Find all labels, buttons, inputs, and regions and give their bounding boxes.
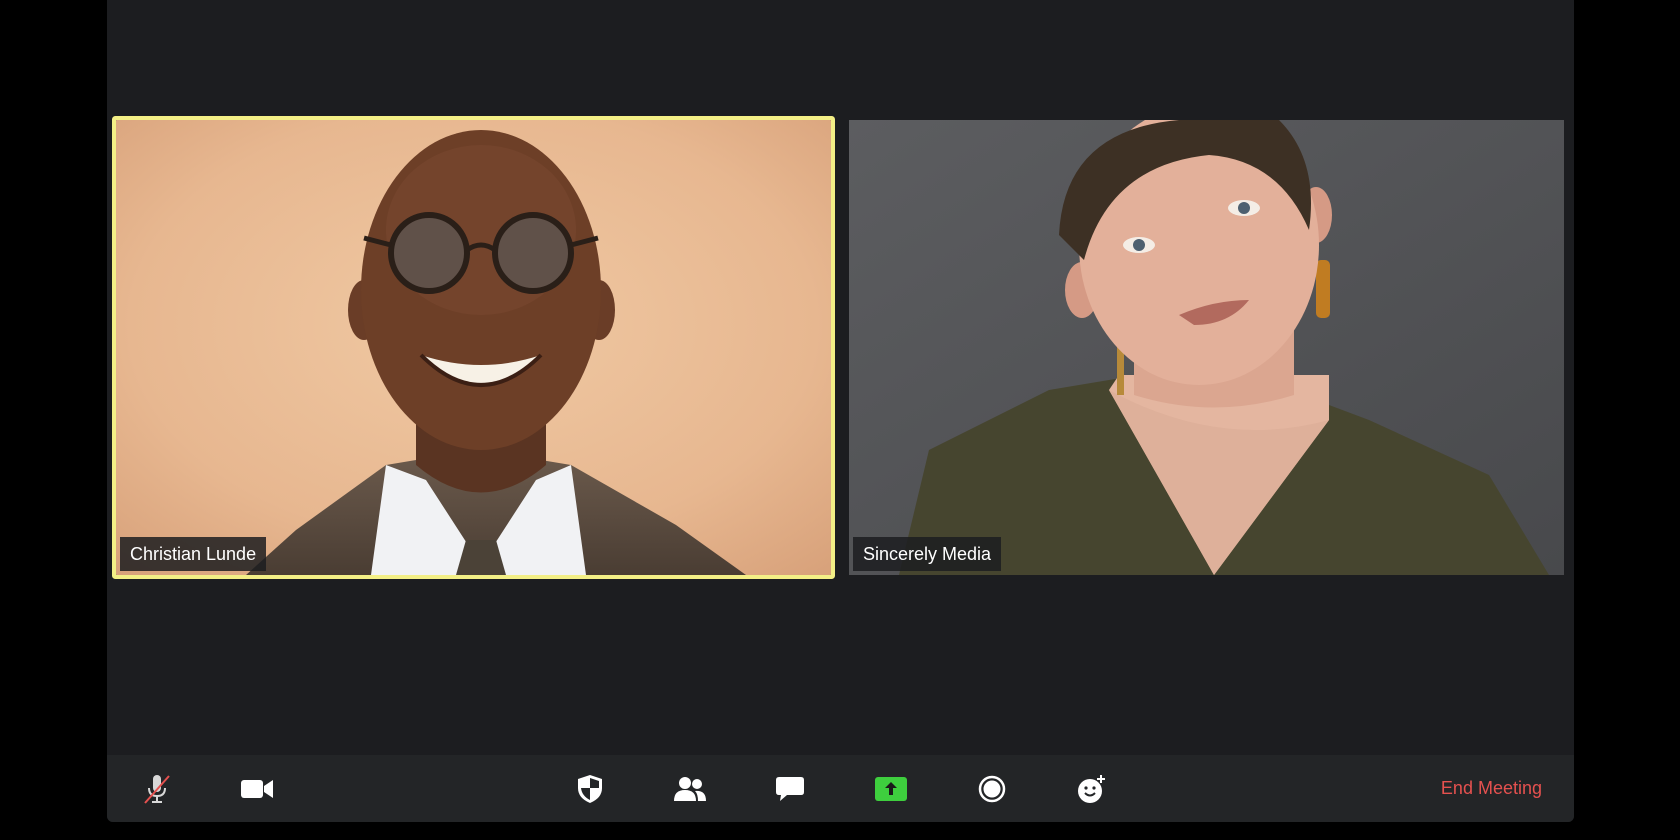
meeting-toolbar: End Meeting	[107, 755, 1574, 822]
record-button[interactable]	[962, 755, 1022, 822]
share-screen-button[interactable]	[861, 755, 921, 822]
video-button[interactable]	[227, 755, 287, 822]
video-tile-christian-lunde[interactable]: Christian Lunde	[116, 120, 831, 575]
shield-icon	[578, 774, 602, 803]
microphone-muted-icon	[144, 774, 170, 804]
participant-name-tag: Sincerely Media	[853, 537, 1002, 571]
chat-button[interactable]	[760, 755, 820, 822]
video-camera-icon	[241, 779, 273, 798]
record-icon	[978, 775, 1006, 802]
participant-video-christian-lunde	[116, 120, 831, 575]
end-meeting-button[interactable]: End Meeting	[1441, 755, 1542, 822]
participants-icon	[674, 776, 706, 801]
participant-video-sincerely-media	[849, 120, 1564, 575]
share-screen-icon	[875, 776, 907, 801]
reactions-button[interactable]	[1062, 755, 1122, 822]
participants-button[interactable]	[660, 755, 720, 822]
meeting-window: Christian Lunde Sincerely Media End Meet…	[107, 0, 1574, 822]
reactions-icon	[1078, 774, 1105, 803]
video-tile-sincerely-media[interactable]: Sincerely Media	[849, 120, 1564, 575]
participant-name-tag: Christian Lunde	[120, 537, 267, 571]
mute-button[interactable]	[127, 755, 187, 822]
security-button[interactable]	[560, 755, 620, 822]
chat-icon	[776, 776, 804, 801]
